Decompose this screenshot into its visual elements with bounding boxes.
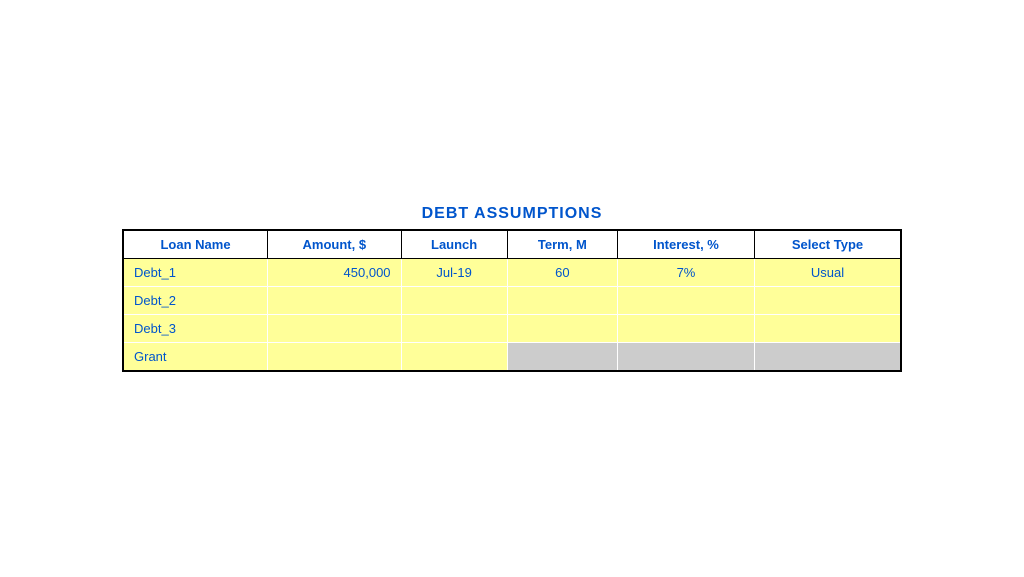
cell-launch — [401, 343, 507, 371]
cell-interest — [618, 343, 755, 371]
cell-amount — [268, 315, 401, 343]
cell-interest — [618, 315, 755, 343]
cell-select_type[interactable] — [754, 287, 901, 315]
table-title: DEBT ASSUMPTIONS — [422, 205, 603, 223]
cell-loan_name: Debt_2 — [123, 287, 268, 315]
cell-launch: Jul-19 — [401, 259, 507, 287]
col-header-select-type: Select Type — [754, 230, 901, 259]
cell-amount — [268, 287, 401, 315]
table-row: Debt_1450,000Jul-19607%Usual — [123, 259, 901, 287]
cell-interest — [618, 287, 755, 315]
table-row: Debt_2 — [123, 287, 901, 315]
cell-interest: 7% — [618, 259, 755, 287]
cell-term — [507, 287, 617, 315]
col-header-amount: Amount, $ — [268, 230, 401, 259]
table-row: Debt_3 — [123, 315, 901, 343]
cell-loan_name: Debt_3 — [123, 315, 268, 343]
cell-term — [507, 343, 617, 371]
cell-amount — [268, 343, 401, 371]
col-header-launch: Launch — [401, 230, 507, 259]
cell-loan_name: Debt_1 — [123, 259, 268, 287]
debt-table: Loan Name Amount, $ Launch Term, M Inter… — [122, 229, 902, 372]
cell-launch — [401, 287, 507, 315]
table-header-row: Loan Name Amount, $ Launch Term, M Inter… — [123, 230, 901, 259]
cell-select_type[interactable] — [754, 343, 901, 371]
col-header-loan-name: Loan Name — [123, 230, 268, 259]
cell-term: 60 — [507, 259, 617, 287]
cell-launch — [401, 315, 507, 343]
cell-select_type[interactable] — [754, 315, 901, 343]
table-row: Grant — [123, 343, 901, 371]
cell-term — [507, 315, 617, 343]
cell-loan_name: Grant — [123, 343, 268, 371]
col-header-interest: Interest, % — [618, 230, 755, 259]
col-header-term: Term, M — [507, 230, 617, 259]
page-container: DEBT ASSUMPTIONS Loan Name Amount, $ Lau… — [0, 0, 1024, 577]
cell-amount: 450,000 — [268, 259, 401, 287]
cell-select_type[interactable]: Usual — [754, 259, 901, 287]
